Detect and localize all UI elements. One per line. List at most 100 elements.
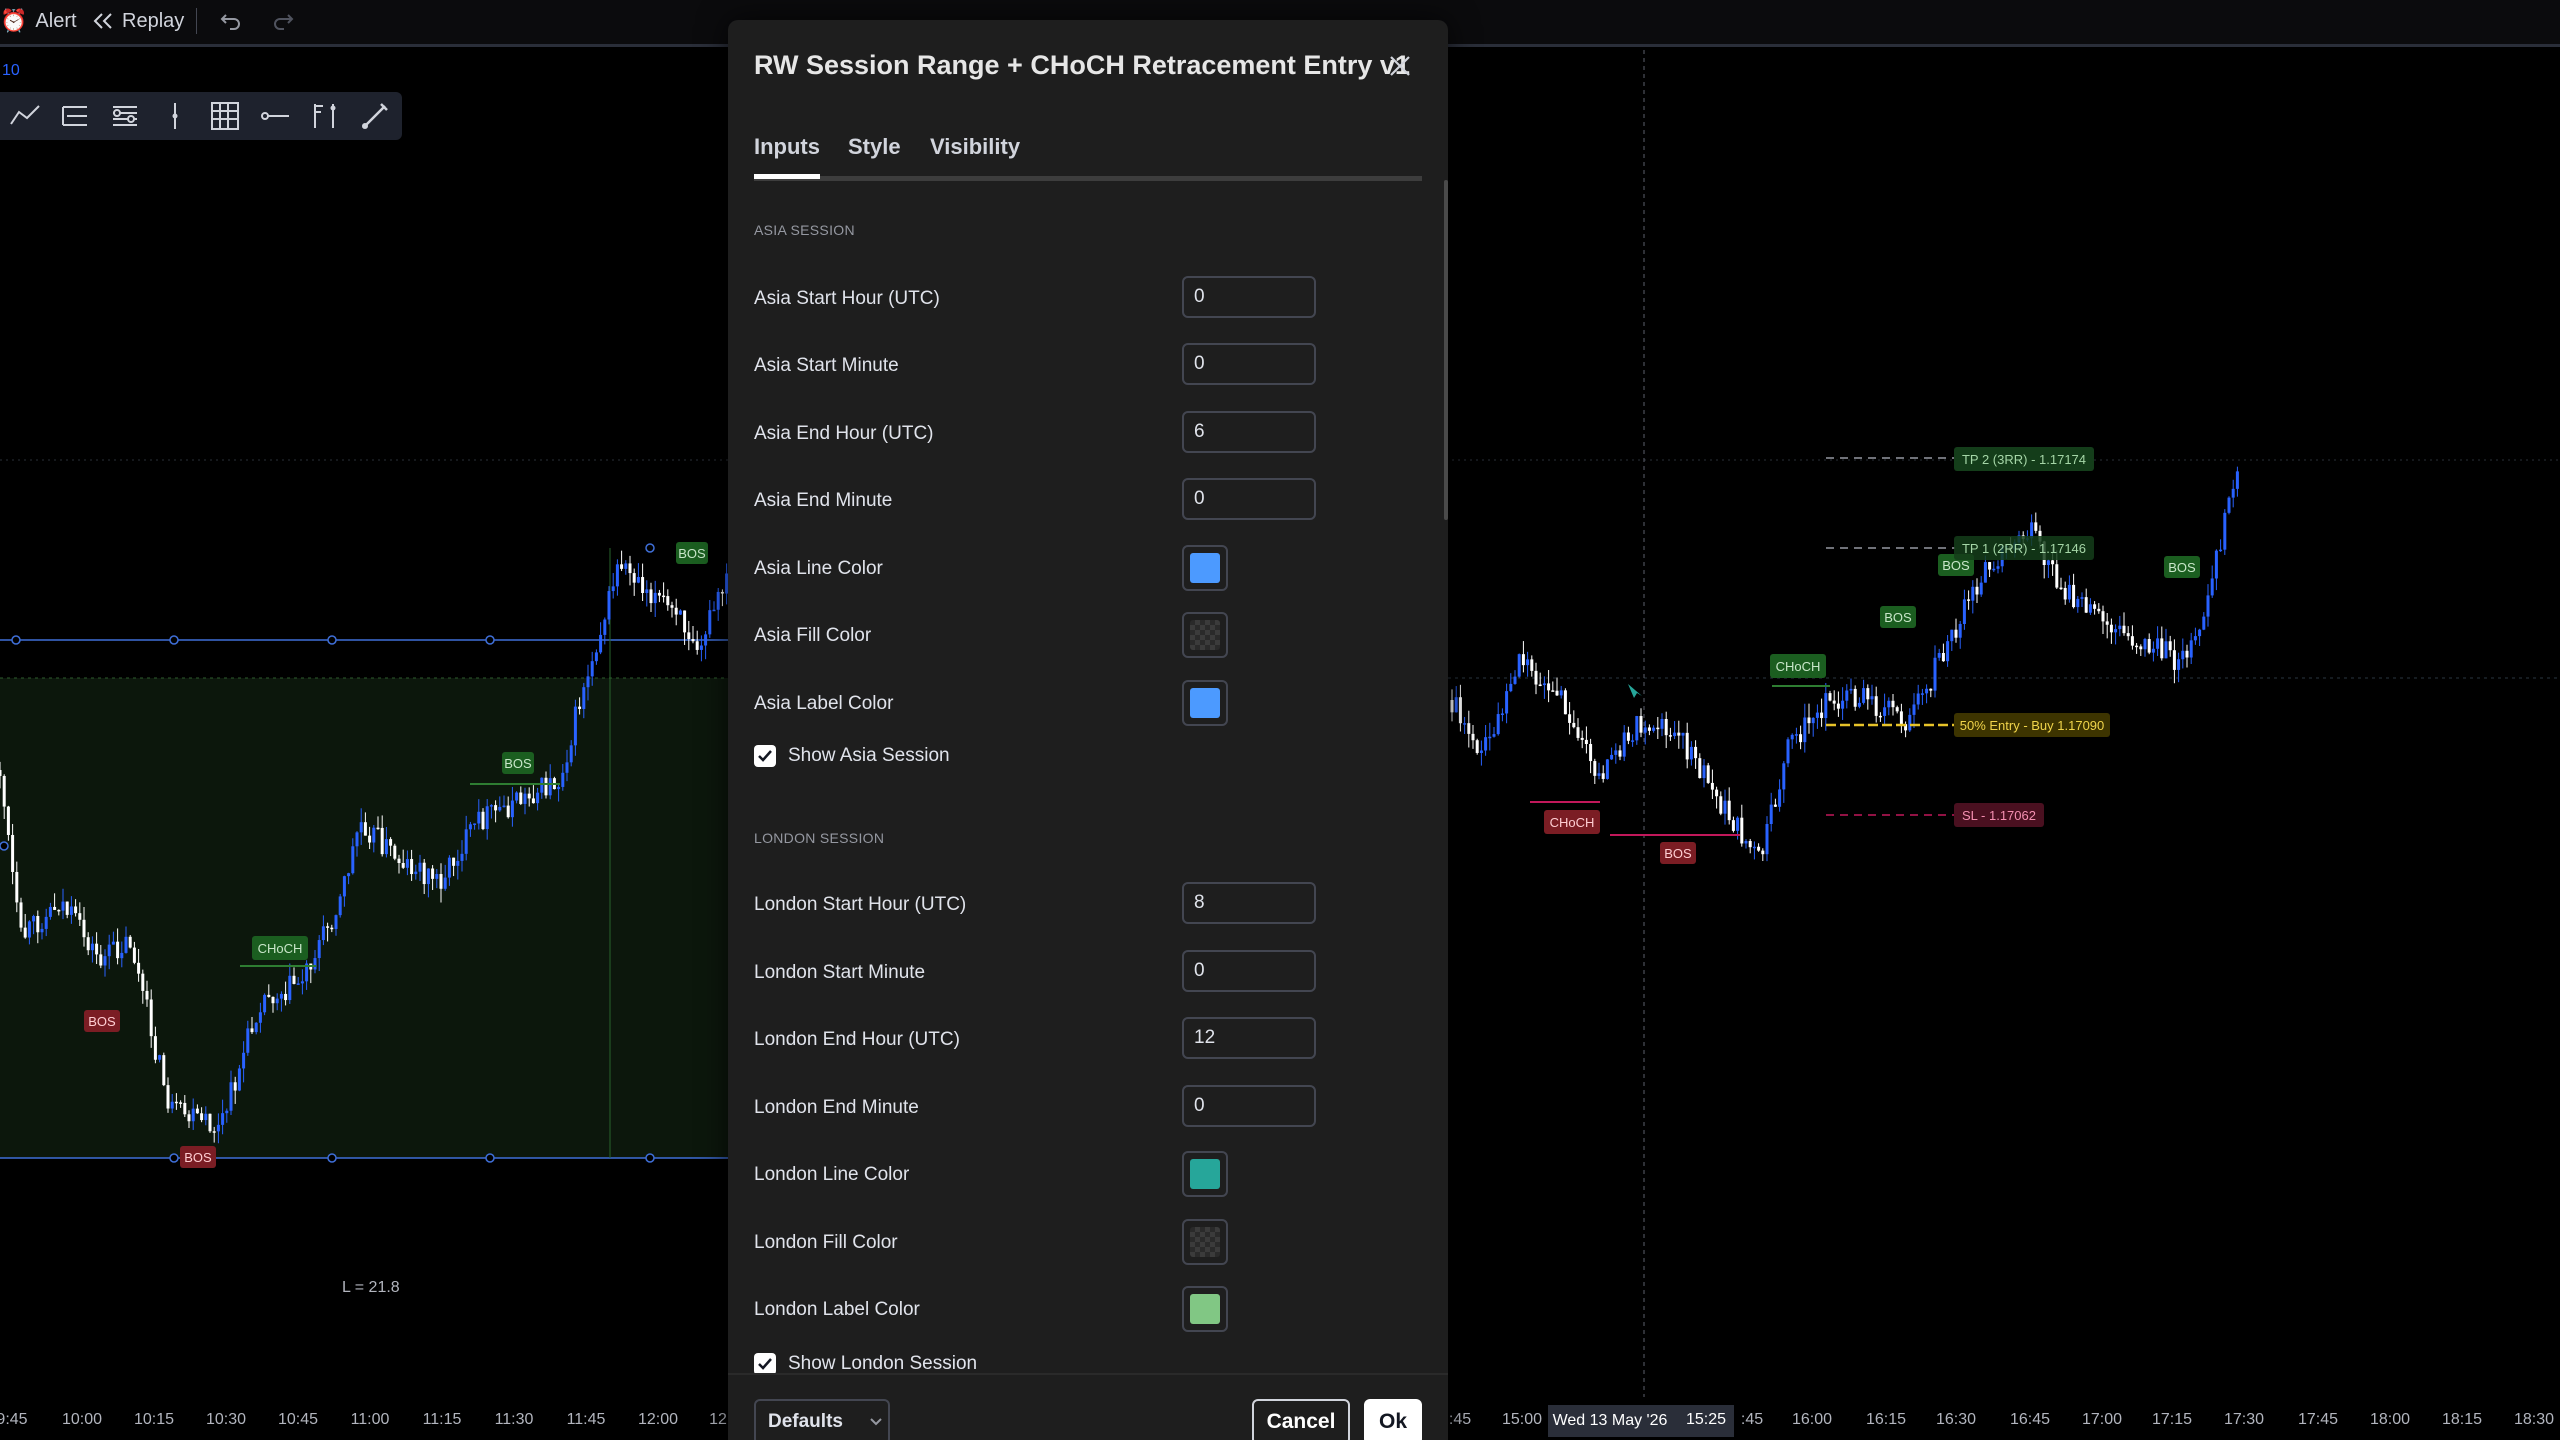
candle-body — [334, 915, 338, 930]
asia-line-color-swatch[interactable] — [1182, 545, 1228, 591]
candle-body — [1668, 735, 1672, 737]
candle-body — [431, 868, 435, 879]
ok-button[interactable]: Ok — [1364, 1399, 1422, 1440]
candle-body — [1731, 820, 1735, 831]
asia-end-minute-input[interactable] — [1182, 478, 1316, 520]
candle-body — [2030, 522, 2034, 539]
range-handle[interactable] — [169, 635, 179, 645]
candle-body — [1484, 737, 1488, 751]
london-end-minute-input[interactable] — [1182, 1085, 1316, 1127]
close-button[interactable] — [1382, 48, 1418, 84]
london-end-hour-input[interactable] — [1182, 1017, 1316, 1059]
scrollbar-thumb[interactable] — [1444, 180, 1448, 520]
london-line-color-swatch[interactable] — [1182, 1151, 1228, 1197]
asia-end-hour-input[interactable] — [1182, 411, 1316, 453]
candle-body — [460, 853, 464, 861]
london-label-color-swatch[interactable] — [1182, 1286, 1228, 1332]
candle-body — [116, 941, 120, 959]
asia-start-minute-input[interactable] — [1182, 343, 1316, 385]
candle-body — [712, 609, 716, 612]
range-handle[interactable] — [485, 635, 495, 645]
horizontal-ray-tool[interactable] — [250, 92, 300, 140]
london-fill-color-swatch[interactable] — [1182, 1219, 1228, 1265]
candle-body — [1769, 804, 1773, 825]
redo-button[interactable] — [272, 6, 294, 36]
checkbox-checked[interactable] — [754, 1353, 776, 1375]
candle-body — [1584, 739, 1588, 745]
trend-line-tool[interactable] — [0, 92, 50, 140]
candle-body — [69, 906, 73, 915]
candle-body — [1870, 696, 1874, 700]
inputs-panel[interactable]: ASIA SESSION Asia Start Hour (UTC) Asia … — [728, 180, 1448, 1395]
defaults-dropdown[interactable]: Defaults — [754, 1399, 890, 1440]
candle-body — [2093, 604, 2097, 609]
london-start-hour-input[interactable] — [1182, 882, 1316, 924]
undo-button[interactable] — [220, 6, 242, 36]
range-handle[interactable] — [485, 1153, 495, 1163]
candle-body — [1559, 690, 1563, 696]
range-handle[interactable] — [645, 543, 655, 553]
range-handle[interactable] — [0, 841, 9, 851]
candle-body — [372, 827, 376, 843]
candle-body — [2164, 641, 2168, 659]
time-tick-label: 17:15 — [2151, 1411, 2193, 1428]
tab-style[interactable]: Style — [848, 134, 901, 160]
candle-body — [11, 834, 15, 872]
candle-body — [1694, 746, 1698, 759]
candle-body — [1920, 693, 1924, 695]
candle-body — [447, 857, 451, 878]
candle-body — [1828, 693, 1832, 701]
candle-body — [1841, 700, 1845, 709]
range-handle[interactable] — [11, 635, 21, 645]
candle-body — [678, 610, 682, 615]
range-handle[interactable] — [327, 635, 337, 645]
replay-button[interactable]: Replay — [92, 6, 184, 36]
long-position-tool[interactable] — [300, 92, 350, 140]
fib-retracement-tool[interactable] — [100, 92, 150, 140]
candle-body — [191, 1108, 195, 1122]
interval-label[interactable]: 10 — [2, 62, 20, 80]
range-handle[interactable] — [645, 1153, 655, 1163]
candle-body — [1685, 732, 1689, 760]
show-asia-session-checkbox[interactable]: Show Asia Session — [754, 745, 950, 767]
candle-body — [355, 832, 359, 847]
range-handle[interactable] — [169, 1153, 179, 1163]
candle-body — [573, 706, 577, 746]
asia-start-hour-input[interactable] — [1182, 276, 1316, 318]
time-tick-label: 9:45 — [0, 1411, 28, 1428]
london-end-hour-label: London End Hour (UTC) — [754, 1029, 960, 1050]
candle-body — [1895, 707, 1899, 712]
candle-body — [1782, 763, 1786, 790]
candle-body — [200, 1113, 204, 1121]
candle-body — [124, 936, 128, 953]
color-swatch — [1190, 1294, 1220, 1324]
checkbox-checked[interactable] — [754, 745, 776, 767]
tab-inputs[interactable]: Inputs — [754, 134, 820, 179]
brush-tool[interactable] — [350, 92, 400, 140]
parallel-channel-icon — [62, 106, 87, 126]
parallel-channel-tool[interactable] — [50, 92, 100, 140]
candle-body — [1929, 688, 1933, 691]
candle-body — [326, 926, 330, 928]
candle-body — [183, 1102, 187, 1115]
asia-label-color-swatch[interactable] — [1182, 680, 1228, 726]
tab-visibility[interactable]: Visibility — [930, 134, 1020, 160]
color-swatch — [1190, 688, 1220, 718]
candle-body — [1492, 734, 1496, 737]
candle-body — [2202, 616, 2206, 630]
candle-body — [288, 975, 292, 1001]
show-london-session-checkbox[interactable]: Show London Session — [754, 1353, 977, 1375]
alert-button[interactable]: ⏰ Alert — [0, 6, 77, 36]
london-start-minute-input[interactable] — [1182, 950, 1316, 992]
grid-tool[interactable] — [200, 92, 250, 140]
candle-body — [410, 859, 414, 875]
horizontal-ray-icon — [261, 112, 289, 120]
vertical-line-tool[interactable] — [150, 92, 200, 140]
asia-fill-color-swatch[interactable] — [1182, 612, 1228, 658]
cancel-button[interactable]: Cancel — [1252, 1399, 1350, 1440]
candle-body — [36, 916, 40, 933]
range-handle[interactable] — [327, 1153, 337, 1163]
svg-text:BOS: BOS — [504, 756, 532, 771]
candle-body — [338, 896, 342, 916]
alert-label: Alert — [35, 9, 77, 32]
